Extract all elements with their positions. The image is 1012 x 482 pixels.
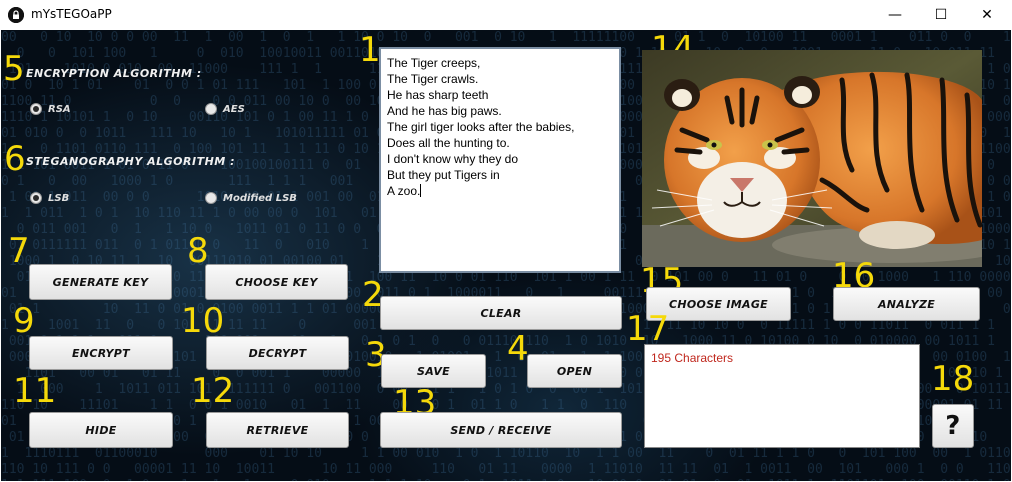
message-line: But they put Tigers in bbox=[387, 168, 500, 182]
annotation-12: 12 bbox=[191, 371, 235, 411]
message-line: I don't know why they do bbox=[387, 152, 519, 166]
annotation-11: 11 bbox=[13, 371, 57, 411]
annotation-4: 4 bbox=[507, 329, 529, 369]
annotation-10: 10 bbox=[181, 301, 225, 341]
message-line: The Tiger creeps, bbox=[387, 56, 481, 70]
message-line: A zoo. bbox=[387, 184, 421, 198]
message-line: He has sharp teeth bbox=[387, 88, 489, 102]
maximize-button[interactable]: ☐ bbox=[918, 0, 964, 30]
character-count-box: 195 Characters bbox=[644, 344, 920, 448]
steganography-heading: STEGANOGRAPHY ALGORITHM : bbox=[26, 155, 235, 168]
window-title: mYsTEGOaPP bbox=[31, 7, 112, 21]
analyze-button[interactable]: ANALYZE bbox=[833, 287, 980, 321]
radio-modified-lsb[interactable]: Modified LSB bbox=[205, 192, 297, 204]
annotation-17: 17 bbox=[626, 309, 670, 349]
encrypt-button[interactable]: ENCRYPT bbox=[29, 336, 173, 370]
decrypt-button[interactable]: DECRYPT bbox=[206, 336, 349, 370]
annotation-1: 1 bbox=[359, 30, 381, 70]
radio-rsa-dot[interactable] bbox=[30, 103, 42, 115]
annotation-9: 9 bbox=[13, 301, 35, 341]
radio-rsa[interactable]: RSA bbox=[30, 103, 71, 115]
annotation-5: 5 bbox=[3, 49, 25, 89]
message-line: And he has big paws. bbox=[387, 104, 502, 118]
radio-rsa-label: RSA bbox=[48, 103, 71, 115]
radio-modified-lsb-label: Modified LSB bbox=[223, 192, 297, 204]
message-line: Does all the hunting to. bbox=[387, 136, 510, 150]
radio-aes-dot[interactable] bbox=[205, 103, 217, 115]
radio-modified-lsb-dot[interactable] bbox=[205, 192, 217, 204]
app-body: 00 0 10 10 0 0 00 11 1 00 1 0 1 1 10 0 1… bbox=[1, 30, 1011, 481]
close-icon: ✕ bbox=[981, 7, 993, 23]
lock-icon bbox=[8, 7, 24, 23]
radio-aes-label: AES bbox=[223, 103, 245, 115]
title-bar: mYsTEGOaPP — ☐ ✕ bbox=[0, 0, 1012, 30]
choose-key-button[interactable]: CHOOSE KEY bbox=[205, 264, 348, 300]
minimize-button[interactable]: — bbox=[872, 0, 918, 30]
clear-button[interactable]: CLEAR bbox=[380, 296, 622, 330]
message-textarea[interactable]: The Tiger creeps, The Tiger crawls. He h… bbox=[379, 47, 621, 273]
message-line: The Tiger crawls. bbox=[387, 72, 479, 86]
open-button[interactable]: OPEN bbox=[527, 354, 622, 388]
maximize-icon: ☐ bbox=[934, 7, 948, 23]
close-button[interactable]: ✕ bbox=[964, 0, 1010, 30]
tiger-image bbox=[642, 50, 982, 267]
annotation-6: 6 bbox=[4, 139, 26, 179]
message-line: The girl tiger looks after the babies, bbox=[387, 120, 575, 134]
help-button[interactable]: ? bbox=[932, 404, 974, 448]
minimize-icon: — bbox=[888, 7, 902, 23]
radio-lsb[interactable]: LSB bbox=[30, 192, 69, 204]
annotation-18: 18 bbox=[931, 359, 975, 399]
text-caret bbox=[420, 184, 422, 197]
annotation-8: 8 bbox=[187, 231, 209, 271]
retrieve-button[interactable]: RETRIEVE bbox=[206, 412, 349, 448]
hide-button[interactable]: HIDE bbox=[29, 412, 173, 448]
send-receive-button[interactable]: SEND / RECEIVE bbox=[380, 412, 622, 448]
annotation-7: 7 bbox=[8, 231, 30, 271]
radio-lsb-label: LSB bbox=[48, 192, 70, 204]
character-count: 195 Characters bbox=[651, 351, 734, 365]
radio-lsb-dot[interactable] bbox=[30, 192, 42, 204]
radio-aes[interactable]: AES bbox=[205, 103, 245, 115]
generate-key-button[interactable]: GENERATE KEY bbox=[29, 264, 172, 300]
encryption-heading: ENCRYPTION ALGORITHM : bbox=[26, 67, 202, 80]
